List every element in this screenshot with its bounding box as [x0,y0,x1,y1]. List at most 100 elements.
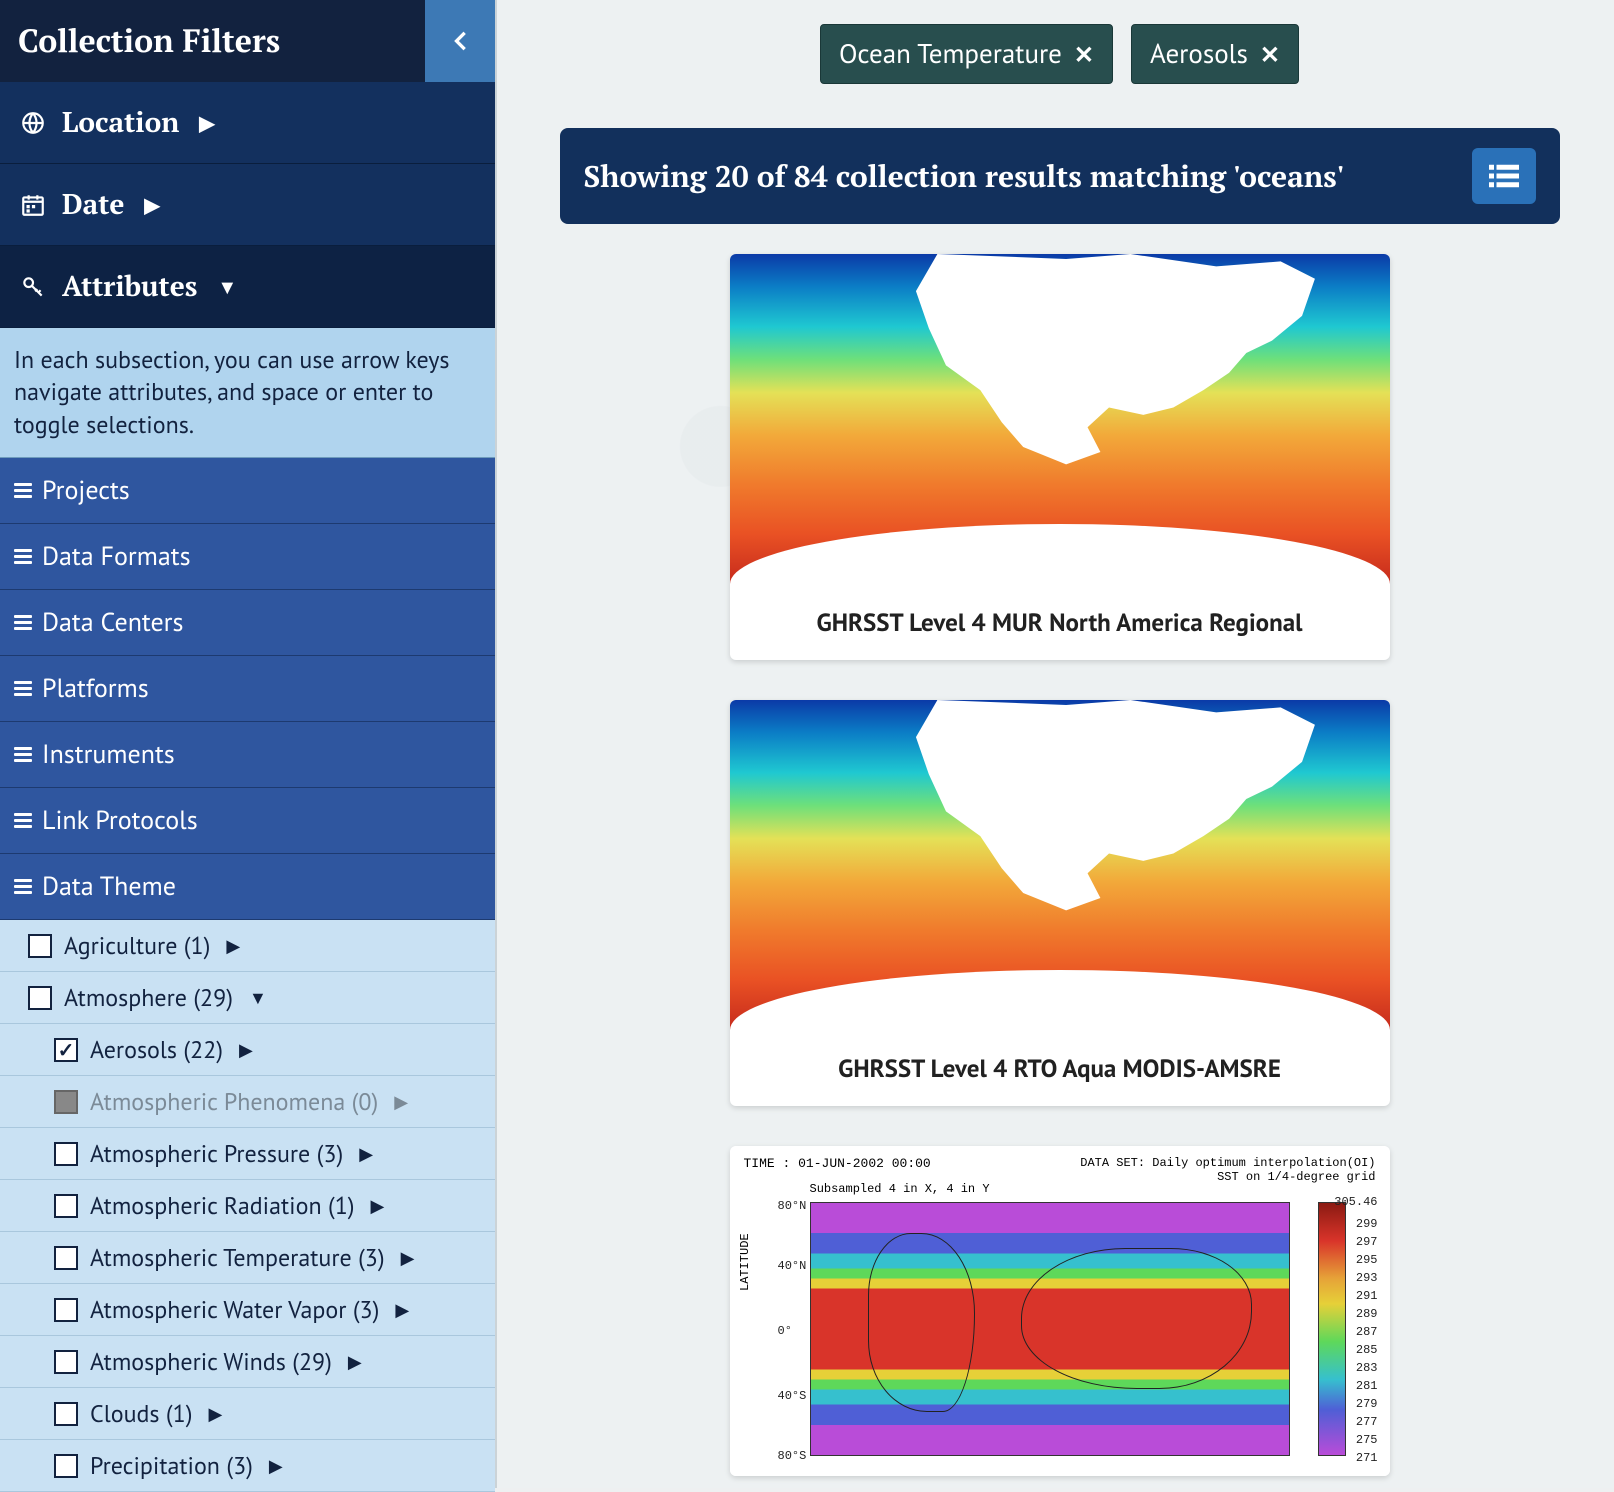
plot-time-label: TIME : 01-JUN-2002 00:00 [744,1156,931,1171]
tree-item-label: Atmospheric Pressure (3) [90,1138,343,1169]
chevron-right-icon: ▶ [199,109,214,136]
list-icon [14,747,32,762]
tree-item-atm-pressure[interactable]: Atmospheric Pressure (3) ▶ [0,1128,495,1180]
tree-item-atmosphere[interactable]: Atmosphere (29) ▼ [0,972,495,1024]
plot-dataset-line1: DATA SET: Daily optimum interpolation(OI… [1080,1156,1375,1170]
list-icon [14,549,32,564]
subsection-label: Data Formats [42,540,191,573]
checkbox[interactable] [54,1194,78,1218]
plot-dataset-line2: SST on 1/4-degree grid [1217,1170,1375,1184]
list-icon [14,483,32,498]
checkbox[interactable] [54,1142,78,1166]
subsection-projects[interactable]: Projects [0,458,495,524]
subsection-label: Link Protocols [42,804,198,837]
cbtick: 275 [1356,1433,1378,1447]
tree-item-atm-winds[interactable]: Atmospheric Winds (29) ▶ [0,1336,495,1388]
filters-sidebar: Collection Filters Location ▶ Date ▶ Att… [0,0,495,1488]
subsection-data-centers[interactable]: Data Centers [0,590,495,656]
checkbox[interactable] [54,1350,78,1374]
tree-item-atm-radiation[interactable]: Atmospheric Radiation (1) ▶ [0,1180,495,1232]
plot-area [810,1202,1290,1456]
tree-item-precipitation[interactable]: Precipitation (3) ▶ [0,1440,495,1492]
ytick: 80°S [778,1449,807,1463]
key-icon [18,274,48,300]
results-header: Showing 20 of 84 collection results matc… [560,128,1560,224]
result-thumbnail [730,700,1390,1030]
result-thumbnail [730,254,1390,584]
chevron-down-icon: ▼ [249,986,267,1009]
list-icon [14,813,32,828]
chevron-right-icon: ▶ [371,1194,385,1217]
data-theme-tree: Agriculture (1) ▶ Atmosphere (29) ▼ Aero… [0,920,495,1492]
checkbox[interactable] [54,1246,78,1270]
checkbox[interactable] [28,934,52,958]
colorbar [1318,1202,1346,1456]
tree-item-label: Precipitation (3) [90,1450,253,1481]
tree-item-label: Atmospheric Water Vapor (3) [90,1294,379,1325]
ytick: 40°S [778,1389,807,1403]
result-card[interactable]: TIME : 01-JUN-2002 00:00 DATA SET: Daily… [730,1146,1390,1476]
cbtick: 277 [1356,1415,1378,1429]
cbtick: 271 [1356,1451,1378,1465]
sidebar-header: Collection Filters [0,0,495,82]
result-card[interactable]: GHRSST Level 4 MUR North America Regiona… [730,254,1390,660]
chevron-right-icon: ▶ [394,1090,408,1113]
collapse-sidebar-button[interactable] [425,0,495,82]
arrow-left-icon [446,27,474,55]
cbtick: 285 [1356,1343,1378,1357]
checkbox[interactable] [54,1402,78,1426]
checkbox[interactable] [54,1298,78,1322]
subsection-data-theme[interactable]: Data Theme [0,854,495,920]
filter-location[interactable]: Location ▶ [0,82,495,164]
active-filter-tags: Ocean Temperature ✕ Aerosols ✕ [820,24,1299,84]
plot-subsample-label: Subsampled 4 in X, 4 in Y [810,1182,990,1196]
list-icon [14,615,32,630]
chevron-down-icon: ▼ [217,273,237,300]
filter-date[interactable]: Date ▶ [0,164,495,246]
chevron-right-icon: ▶ [359,1142,373,1165]
tag-ocean-temperature[interactable]: Ocean Temperature ✕ [820,24,1113,84]
cbtick: 283 [1356,1361,1378,1375]
subsection-label: Projects [42,474,130,507]
tree-item-aerosols[interactable]: Aerosols (22) ▶ [0,1024,495,1076]
filter-attributes-label: Attributes [62,268,197,305]
subsection-instruments[interactable]: Instruments [0,722,495,788]
checkbox[interactable] [28,986,52,1010]
globe-icon [18,110,48,136]
list-view-button[interactable] [1472,148,1536,204]
tree-item-agriculture[interactable]: Agriculture (1) ▶ [0,920,495,972]
subsection-data-formats[interactable]: Data Formats [0,524,495,590]
cbtick: 281 [1356,1379,1378,1393]
cbtick: 293 [1356,1271,1378,1285]
tree-item-label: Agriculture (1) [64,930,210,961]
tree-item-label: Clouds (1) [90,1398,192,1429]
tag-aerosols[interactable]: Aerosols ✕ [1131,24,1299,84]
close-icon[interactable]: ✕ [1074,39,1094,70]
cbtick: 299 [1356,1217,1378,1231]
filter-date-label: Date [62,186,124,223]
subsection-link-protocols[interactable]: Link Protocols [0,788,495,854]
tree-item-label: Atmospheric Phenomena (0) [90,1086,378,1117]
ytick: 0° [778,1324,792,1338]
tree-item-clouds[interactable]: Clouds (1) ▶ [0,1388,495,1440]
filter-attributes[interactable]: Attributes ▼ [0,246,495,328]
cbtick: 295 [1356,1253,1378,1267]
attributes-help-text: In each subsection, you can use arrow ke… [0,328,495,458]
tag-label: Ocean Temperature [839,37,1062,71]
plot-yaxis-label: LATITUDE [738,1233,752,1291]
tree-item-atm-temperature[interactable]: Atmospheric Temperature (3) ▶ [0,1232,495,1284]
chevron-right-icon: ▶ [144,191,159,218]
subsection-platforms[interactable]: Platforms [0,656,495,722]
tree-item-atm-water-vapor[interactable]: Atmospheric Water Vapor (3) ▶ [0,1284,495,1336]
checkbox-checked[interactable] [54,1038,78,1062]
subsection-label: Data Centers [42,606,183,639]
close-icon[interactable]: ✕ [1260,39,1280,70]
checkbox[interactable] [54,1454,78,1478]
result-card[interactable]: GHRSST Level 4 RTO Aqua MODIS-AMSRE [730,700,1390,1106]
tree-item-label: Atmosphere (29) [64,982,233,1013]
result-title: GHRSST Level 4 MUR North America Regiona… [730,584,1390,660]
result-title: GHRSST Level 4 RTO Aqua MODIS-AMSRE [730,1030,1390,1106]
tree-item-label: Atmospheric Radiation (1) [90,1190,355,1221]
cbtick: 289 [1356,1307,1378,1321]
cbtick: 305.46 [1334,1195,1377,1209]
